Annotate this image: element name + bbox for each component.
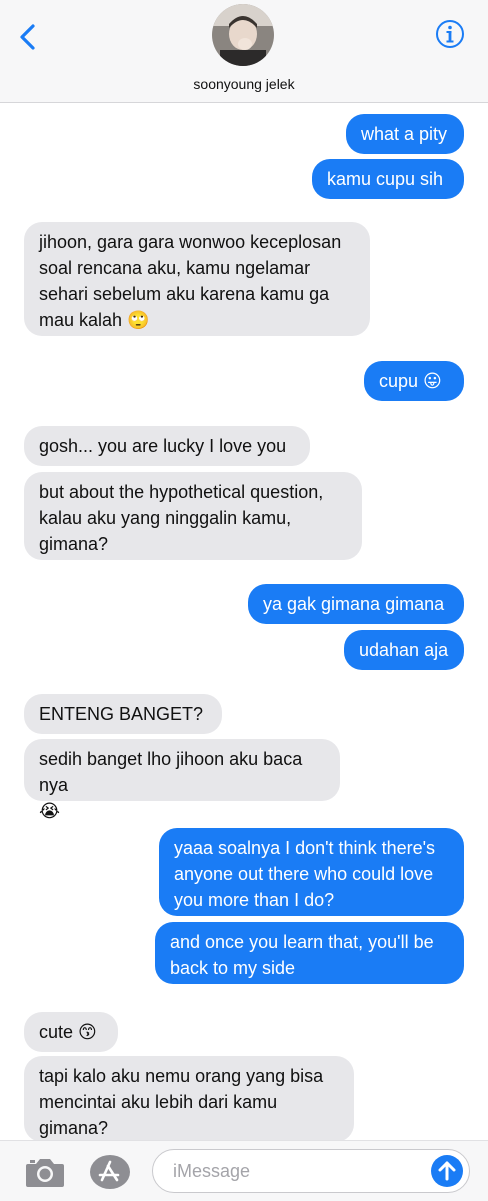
app-store-icon[interactable] [88,1154,132,1190]
camera-icon[interactable] [24,1155,66,1189]
conversation-header: soonyoung jelek [0,0,488,103]
back-chevron-icon[interactable] [14,22,44,52]
message-bubble-outgoing[interactable]: udahan aja [344,630,464,670]
composer-bar: iMessage [0,1140,488,1201]
message-bubble-outgoing[interactable]: kamu cupu sih [312,159,464,199]
info-icon[interactable] [435,19,465,49]
message-bubble-outgoing[interactable]: cupu 😛 [364,361,464,401]
message-bubble-incoming[interactable]: gosh... you are lucky I love you [24,426,310,466]
message-bubble-incoming[interactable]: sedih banget lho jihoon aku baca nya 😭 [24,739,340,821]
contact-name[interactable]: soonyoung jelek [0,76,488,92]
message-bubble-incoming[interactable]: ENTENG BANGET? [24,694,222,734]
message-bubble-outgoing[interactable]: ya gak gimana gimana [248,584,464,624]
message-bubble-outgoing[interactable]: and once you learn that, you'll be back … [155,922,464,984]
message-bubble-outgoing[interactable]: what a pity [346,114,464,154]
message-bubble-incoming[interactable]: but about the hypothetical question, kal… [24,472,362,560]
message-bubble-incoming[interactable]: cute 😙 [24,1012,118,1052]
message-bubble-incoming[interactable]: tapi kalo aku nemu orang yang bisa menci… [24,1056,354,1142]
message-input-placeholder: iMessage [173,1161,251,1181]
contact-avatar[interactable] [212,4,274,66]
avatar-photo [212,4,274,66]
message-bubble-outgoing[interactable]: yaaa soalnya I don't think there's anyon… [159,828,464,916]
message-input[interactable]: iMessage [152,1149,470,1193]
message-bubble-incoming[interactable]: jihoon, gara gara wonwoo keceplosan soal… [24,222,370,336]
send-arrow-icon[interactable] [431,1155,463,1187]
